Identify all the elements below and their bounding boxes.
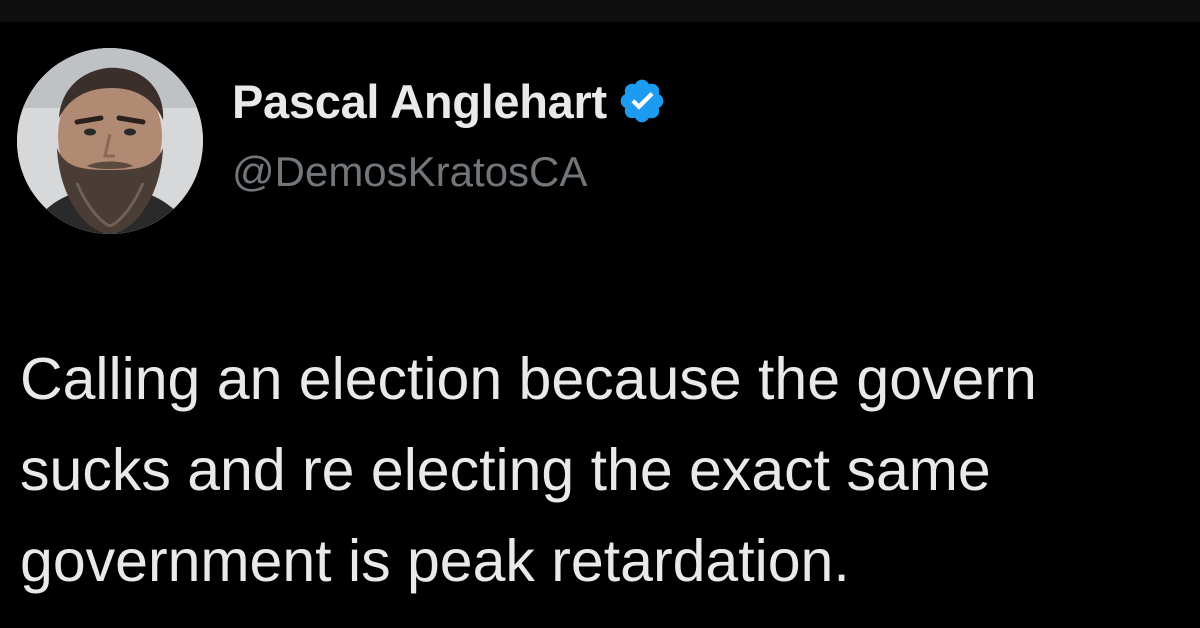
tweet-text-line: government is peak retardation. [20, 528, 850, 594]
avatar-photo [17, 48, 203, 234]
author-display-name[interactable]: Pascal Anglehart [232, 74, 607, 129]
tweet-screenshot: Pascal Anglehart @DemosKratosCA Calling … [0, 0, 1200, 628]
tweet-text-line: Calling an election because the govern [20, 346, 1037, 412]
avatar[interactable] [17, 48, 203, 234]
author-handle[interactable]: @DemosKratosCA [232, 148, 587, 196]
tweet-body: Calling an election because the govern s… [20, 334, 1200, 604]
verified-badge-icon [620, 79, 664, 123]
tweet-text-line: sucks and re electing the exact same [20, 437, 991, 503]
author-row: Pascal Anglehart [232, 72, 667, 130]
top-edge-bar [0, 0, 1200, 22]
